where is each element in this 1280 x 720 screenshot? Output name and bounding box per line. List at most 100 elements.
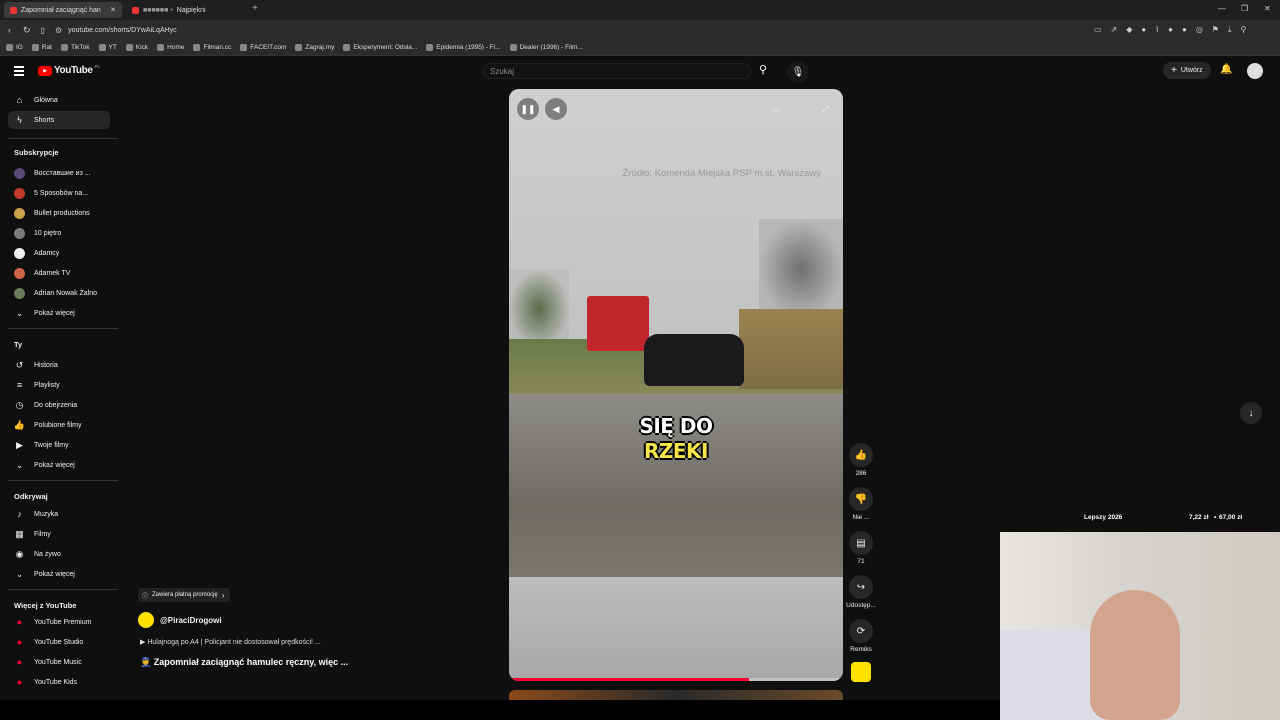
subscriptions-heading[interactable]: Subskrypcje — [14, 148, 59, 157]
bookmark-item[interactable]: Rat — [31, 44, 52, 51]
create-button[interactable]: + Utwórz — [1163, 62, 1211, 79]
back-icon[interactable]: ‹ — [8, 25, 11, 35]
paid-promotion-badge[interactable]: ⓘ Zawiera płatną promocję › — [138, 588, 231, 602]
url-field[interactable]: youtube.com/shorts/DYwAiLqAHyc — [68, 27, 177, 34]
sidebar-item[interactable]: ↺ Historia — [8, 356, 110, 374]
bookmark-item[interactable]: Filman.cc — [193, 44, 231, 51]
comment-icon: ▤ — [849, 531, 873, 555]
bookmark-item[interactable]: Zagraj.my — [295, 44, 334, 51]
like-button[interactable]: 👍 286 — [845, 443, 877, 477]
sidebar-item[interactable]: ◉ Na żywo — [8, 545, 110, 563]
youtube-app-icon: ● — [16, 637, 23, 647]
plus-icon: + — [1171, 65, 1177, 76]
sidebar-item[interactable]: Adrian Nowak Żalno — [8, 284, 110, 302]
browser-tab-active[interactable]: Zapomniał zaciągnąć han ✕ — [4, 2, 122, 18]
fullscreen-button[interactable]: ⤢ — [817, 101, 833, 117]
sidebar-item[interactable]: ● YouTube Studio — [8, 633, 110, 651]
bookmark-item[interactable]: Eksperyment: Odsła... — [343, 44, 417, 51]
like-count: 286 — [855, 470, 867, 477]
like-icon: 👍 — [13, 419, 26, 430]
menu-icon[interactable] — [14, 66, 24, 76]
video-trees — [759, 219, 843, 319]
play-icon: ▶ — [140, 639, 146, 646]
browser-tab[interactable]: ■■■■■■ • Najpiękni — [126, 2, 246, 18]
sidebar-item[interactable]: ⌂ Główna — [8, 91, 110, 109]
sidebar-item[interactable]: ϟ Shorts — [8, 111, 110, 129]
video-trees-left — [509, 269, 569, 349]
minimize-icon[interactable]: — — [1218, 4, 1226, 13]
sidebar-item[interactable]: Adamcy — [8, 244, 110, 262]
bookmark-item[interactable]: Epidemia (1995) - Fi... — [426, 44, 501, 51]
youtube-logo[interactable]: ▶ YouTube PL — [38, 64, 100, 76]
sidebar-item[interactable]: ▶ Twoje filmy — [8, 436, 110, 454]
channel-name[interactable]: @PiraciDrogowi — [160, 616, 222, 625]
notifications-icon[interactable]: 🔔 — [1220, 64, 1232, 75]
more-options-button[interactable]: ⋮ — [792, 101, 808, 117]
close-window-icon[interactable]: ✕ — [1264, 4, 1271, 13]
bookmark-item[interactable]: TikTok — [61, 44, 90, 51]
next-short-preview[interactable] — [509, 690, 843, 700]
caption-line-1: SIĘ DO — [639, 414, 713, 438]
close-icon[interactable]: ✕ — [110, 6, 116, 14]
microphone-icon[interactable]: 🎙 — [787, 61, 809, 83]
bookmark-item[interactable]: Kick — [125, 44, 148, 51]
bookmark-item[interactable]: Home — [157, 44, 184, 51]
sidebar-item[interactable]: ● YouTube Music — [8, 653, 110, 671]
sidebar-item[interactable]: Adamek TV — [8, 264, 110, 282]
clock-icon: ◷ — [15, 399, 24, 410]
bookmark-page-icon[interactable]: ▯ — [41, 26, 45, 35]
sidebar-item[interactable]: ◷ Do obejrzenia — [8, 396, 110, 414]
you-heading[interactable]: Ty — [14, 340, 22, 349]
sidebar-item[interactable]: ⌄ Pokaż więcej — [8, 304, 110, 322]
captions-button[interactable]: ▭ — [768, 101, 784, 117]
share-icon: ↪ — [849, 575, 873, 599]
new-tab-icon[interactable]: + — [252, 3, 258, 14]
sidebar-item[interactable]: ▦ Filmy — [8, 525, 110, 543]
bookmark-favicon-icon — [31, 44, 39, 51]
sidebar-item[interactable]: 10 piętro — [8, 224, 110, 242]
reload-icon[interactable]: ↻ — [23, 25, 31, 36]
dislike-button[interactable]: 👎 Nie ... — [845, 487, 877, 521]
extensions-icon[interactable]: ▭⇗◆●⌇●●◎⚑⤓⚲ — [1094, 25, 1255, 35]
sidebar-item[interactable]: Восставшие из ... — [8, 164, 110, 182]
shorts-player[interactable]: Źródło: Komenda Miejska PSP m.st. Warsza… — [509, 89, 843, 681]
sidebar-item[interactable]: 👍 Polubione filmy — [8, 416, 110, 434]
dislike-label: Nie ... — [852, 514, 870, 521]
more-vertical-icon: ⋮ — [795, 103, 805, 114]
maximize-icon[interactable]: ❐ — [1241, 4, 1248, 13]
playlist-icon: ≡ — [16, 380, 23, 390]
search-icon[interactable]: ⚲ — [759, 63, 767, 76]
sidebar-item[interactable]: ⌄ Pokaż więcej — [8, 456, 110, 474]
goal-target: 67,00 zł — [1219, 514, 1243, 521]
sidebar-item[interactable]: ♪ Muzyka — [8, 505, 110, 523]
channel-avatar — [14, 267, 25, 279]
bookmark-item[interactable]: Dealer (1996) - Film... — [509, 44, 583, 51]
comments-button[interactable]: ▤ 71 — [845, 531, 877, 565]
progress-bar[interactable] — [509, 678, 843, 681]
bookmark-item[interactable]: IG — [6, 44, 23, 51]
share-button[interactable]: ↪ Udostęp... — [845, 575, 877, 609]
sidebar-item[interactable]: 5 Sposobów na... — [8, 184, 110, 202]
sidebar-item[interactable]: ⌄ Pokaż więcej — [8, 565, 110, 583]
explore-heading[interactable]: Odkrywaj — [14, 492, 48, 501]
sidebar-item[interactable]: Bullet productions — [8, 204, 110, 222]
volume-button[interactable]: ◀ — [545, 98, 567, 120]
bookmark-item[interactable]: FACEIT.com — [240, 44, 286, 51]
search-input[interactable]: Szukaj — [483, 63, 751, 79]
site-info-icon[interactable]: ⚙ — [55, 26, 62, 35]
bookmark-item[interactable]: YT — [98, 44, 117, 51]
music-icon: ♪ — [17, 509, 22, 519]
related-video-link[interactable]: ▶ Hulajnogą po A4 | Policjant nie dostos… — [140, 638, 321, 646]
bookmark-favicon-icon — [343, 44, 351, 51]
channel-thumbnail[interactable] — [851, 662, 871, 682]
channel-row[interactable]: @PiraciDrogowi — [138, 612, 222, 628]
remix-button[interactable]: ⟳ Remiks — [845, 619, 877, 653]
next-short-button[interactable]: ↓ — [1240, 402, 1262, 424]
more-from-youtube-heading[interactable]: Więcej z YouTube — [14, 601, 76, 610]
pause-button[interactable]: ❚❚ — [517, 98, 539, 120]
sidebar-item[interactable]: ● YouTube Kids — [8, 673, 110, 691]
thumbs-up-icon: 👍 — [849, 443, 873, 467]
sidebar-item[interactable]: ≡ Playlisty — [8, 376, 110, 394]
avatar[interactable] — [1247, 63, 1263, 79]
sidebar-item[interactable]: ● YouTube Premium — [8, 613, 110, 631]
